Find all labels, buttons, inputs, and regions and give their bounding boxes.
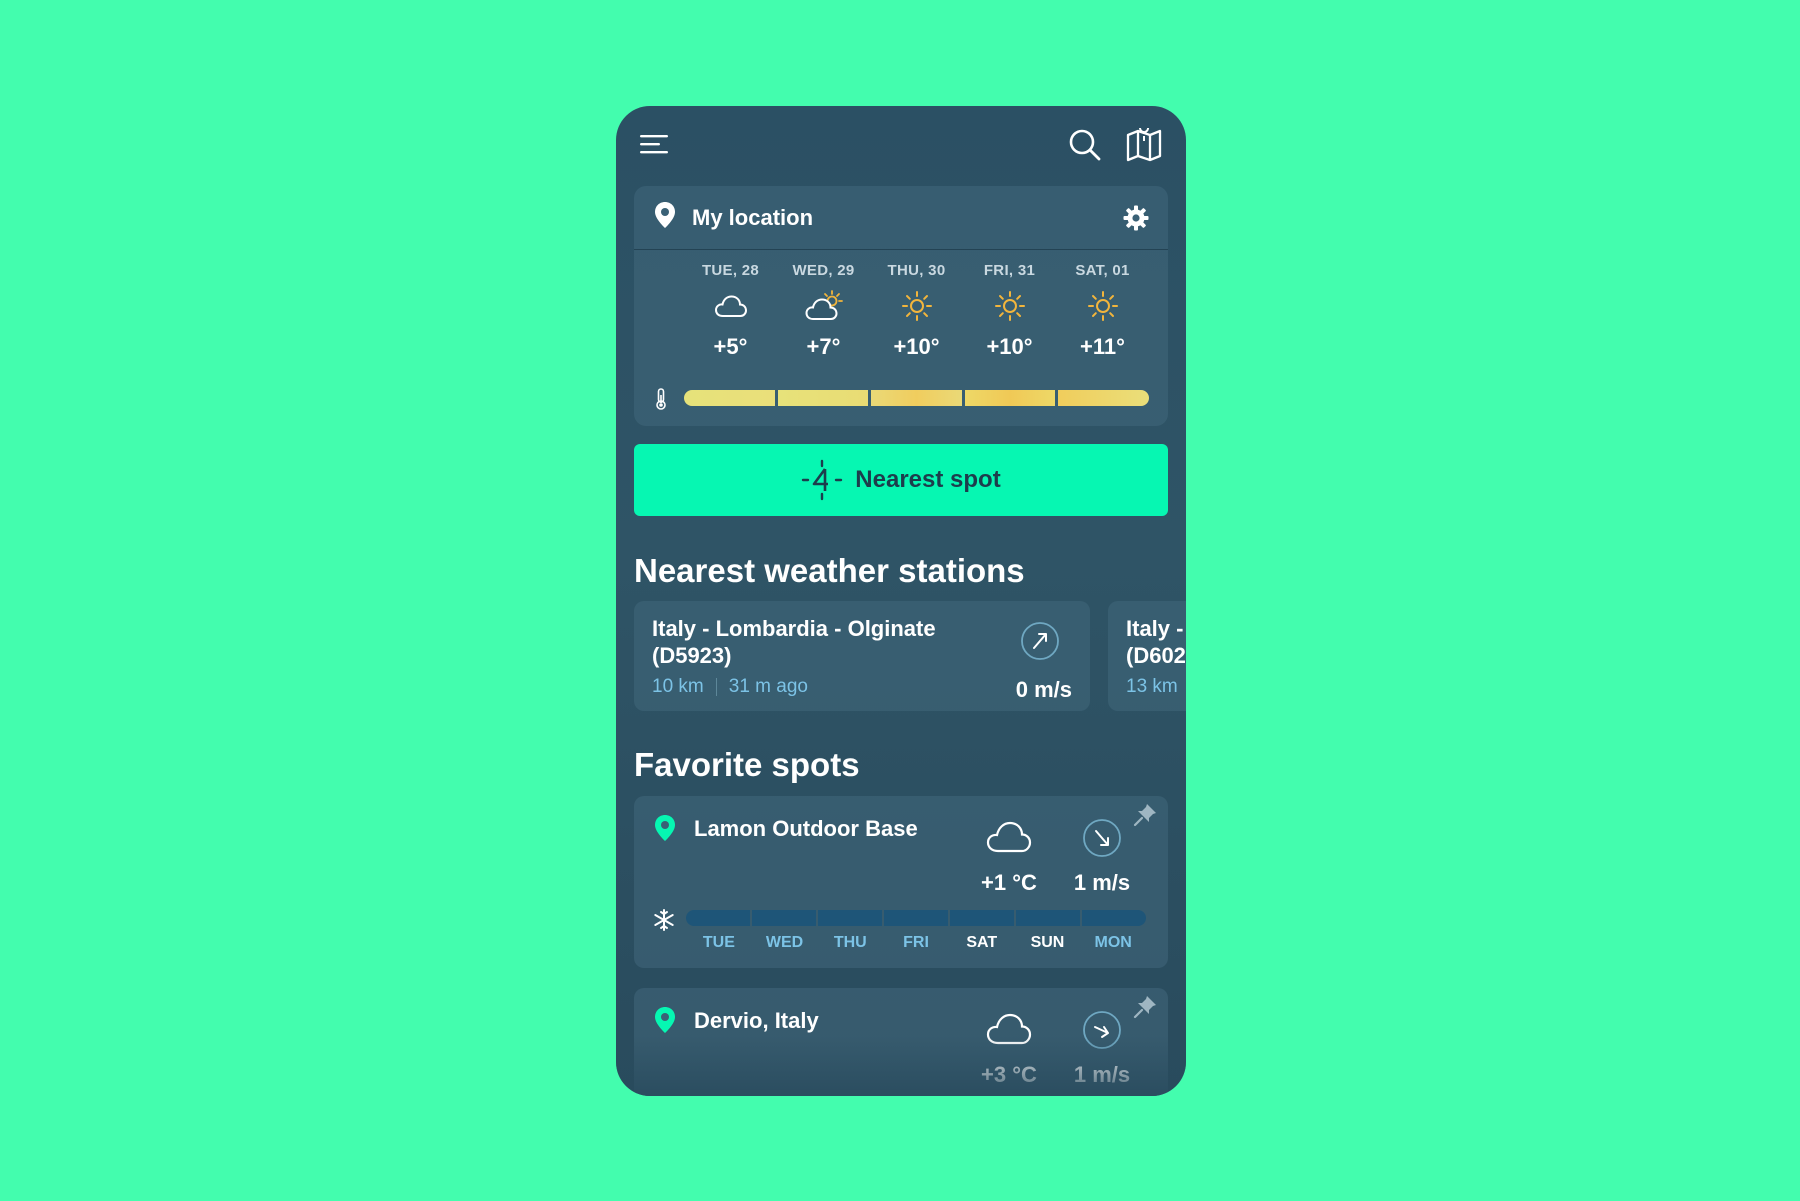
station-age: 31 m ago [728,676,808,697]
day-temperature: +7° [806,334,841,359]
location-forecast-card[interactable]: My location TUE, 28 +5° WED, 29 +7° THU,… [634,186,1168,426]
search-icon[interactable] [1066,126,1104,164]
favorite-spot-temperature: +1 °C [981,870,1037,895]
station-card[interactable]: Italy - Lombardia - Olginate (D5923) 10 … [634,601,1090,711]
location-title: My location [692,204,814,230]
station-name-line: Italy - [1126,616,1184,641]
location-pin-icon [654,814,676,847]
favorite-spot-wind-speed: 1 m/s [1073,870,1131,895]
station-code: (D5923) [652,643,732,668]
partly-sunny-icon [777,284,870,328]
wind-bar-segment [884,910,948,926]
nearest-spot-button[interactable]: Nearest spot [634,444,1168,516]
weekday-label: FRI [903,934,929,951]
daily-forecast: TUE, 28 +5° WED, 29 +7° THU, 30 +10° FRI… [684,262,1149,360]
station-meta: 10 km 31 m ago [652,676,808,698]
day-label: WED, 29 [792,262,855,279]
wind-bar-segment [1082,910,1146,926]
temperature-bar-segment [777,390,869,406]
temperature-bar-segment [871,390,962,406]
wind-bar-segment [752,910,816,926]
weekday-label: SAT [966,934,998,951]
wind-bar-segment [1016,910,1080,926]
cloud-icon [986,1012,1032,1046]
wind-direction-icon [1082,1010,1122,1050]
pushpin-icon[interactable] [1132,994,1158,1020]
location-pin-icon [654,1006,676,1039]
forecast-day[interactable]: WED, 29 +7° [777,262,870,360]
station-name: Italy - Lombardia - Olginate (D5923) [652,615,972,669]
forecast-day[interactable]: THU, 30 +10° [870,262,963,360]
favorite-spot-wind-speed: 1 m/s [1073,1062,1131,1087]
stations-section-title: Nearest weather stations [634,552,1025,589]
station-distance: 10 km [652,676,704,697]
location-pin-icon [654,201,676,234]
day-label: FRI, 31 [983,262,1036,279]
weekday-label: SUN [1030,934,1065,951]
cloud-icon [986,820,1032,854]
kitesurfer-target-icon [802,459,843,501]
weekday-labels: TUE WED THU FRI SAT SUN MON [686,934,1146,952]
temperature-bar-segment [964,390,1056,406]
hamburger-menu-icon[interactable] [636,126,672,162]
day-temperature: +10° [986,334,1033,359]
temperature-bar [684,390,1149,406]
location-header: My location [634,186,1168,250]
nearest-spot-label: Nearest spot [855,466,1001,493]
meta-divider [715,678,717,696]
wind-bar-segment [818,910,882,926]
top-bar [616,106,1186,186]
day-temperature: +10° [893,334,940,359]
favorite-spot-card[interactable]: Lamon Outdoor Base +1 °C 1 m/s TUE WED T… [634,796,1168,968]
forecast-day[interactable]: TUE, 28 +5° [684,262,777,360]
favorite-spot-name: Lamon Outdoor Base [694,816,918,841]
favorite-spot-name: Dervio, Italy [694,1008,819,1033]
day-label: THU, 30 [887,262,946,279]
favorite-spot-temperature: +3 °C [981,1062,1037,1087]
day-temperature: +5° [713,334,748,359]
gear-icon[interactable] [1122,204,1150,232]
temperature-bar-segment [1058,390,1149,406]
station-code: (D602 [1126,643,1186,668]
weekday-label: TUE [702,934,735,951]
weekly-wind-bar [686,910,1146,926]
cloud-icon [684,284,777,328]
wind-direction-icon [1020,621,1060,661]
sun-icon [963,284,1056,328]
snowflake-icon [652,908,676,932]
station-meta: 13 km [1126,676,1178,698]
sun-icon [1056,284,1149,328]
favorite-spot-card[interactable]: Dervio, Italy +3 °C 1 m/s [634,988,1168,1096]
app-screen: My location TUE, 28 +5° WED, 29 +7° THU,… [616,106,1186,1096]
thermometer-icon [654,388,668,410]
weekday-label: MON [1094,934,1132,951]
day-label: SAT, 01 [1075,262,1130,279]
day-temperature: +11° [1080,334,1125,359]
forecast-day[interactable]: SAT, 01 +11° [1056,262,1149,360]
day-label: TUE, 28 [701,262,760,279]
station-card[interactable]: Italy - (D602 13 km [1108,601,1186,711]
station-wind-speed: 0 m/s [1015,677,1072,702]
favorites-section-title: Favorite spots [634,746,860,783]
station-name: Italy - (D602 [1126,615,1186,669]
station-distance: 13 km [1126,676,1178,697]
wind-bar-segment [686,910,750,926]
weekday-label: WED [765,934,804,951]
forecast-day[interactable]: FRI, 31 +10° [963,262,1056,360]
wind-direction-icon [1082,818,1122,858]
weekday-label: THU [833,934,867,951]
sun-icon [870,284,963,328]
pushpin-icon[interactable] [1132,802,1158,828]
station-name-line: Italy - Lombardia - Olginate [652,616,936,641]
map-icon[interactable] [1124,125,1164,165]
temperature-bar-segment [684,390,775,406]
wind-bar-segment [950,910,1014,926]
